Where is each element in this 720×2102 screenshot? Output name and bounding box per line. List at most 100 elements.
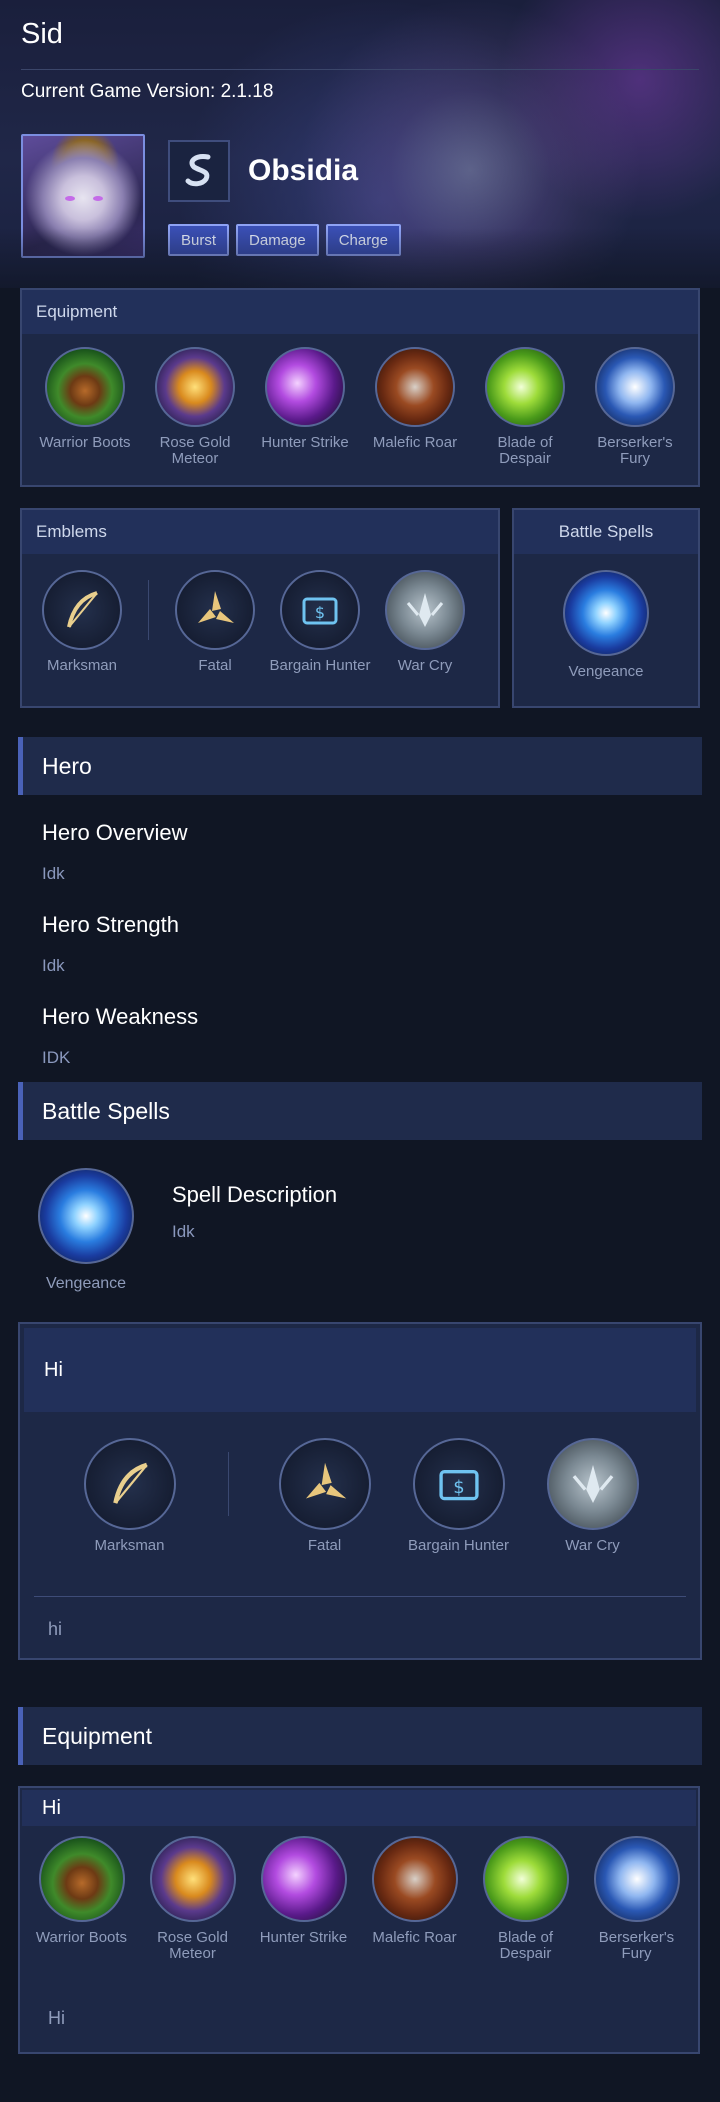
emblems-panel: Emblems Marksman Fatal $ Bargain Hunter … — [20, 508, 500, 708]
equipment-item[interactable]: Malefic Roar — [363, 1836, 467, 1946]
marksman-role-icon — [168, 140, 230, 202]
hero-overview-title: Hero Overview — [42, 820, 188, 845]
equipment-section-header: Equipment — [18, 1707, 702, 1765]
ticket-icon: $ — [438, 1470, 479, 1501]
equipment-item[interactable]: Warrior Boots — [33, 347, 137, 451]
marksman-emblem-icon — [83, 1438, 176, 1530]
emblem-item[interactable]: Marksman — [32, 570, 132, 674]
equipment-item[interactable]: Rose Gold Meteor — [141, 1836, 245, 1962]
vengeance-spell-icon — [563, 570, 649, 656]
ticket-icon: $ — [302, 597, 338, 625]
equipment-panel: Equipment Warrior Boots Rose Gold Meteor… — [20, 288, 700, 487]
equipment-panel-title: Equipment — [22, 290, 698, 334]
item-label: Hunter Strike — [259, 1929, 348, 1946]
divider — [227, 1452, 229, 1516]
spell-description-body: Idk — [172, 1222, 195, 1241]
spell-row: Vengeance — [514, 554, 698, 680]
tag-damage: Damage — [236, 224, 319, 256]
item-label: Blade of Despair — [497, 434, 553, 467]
equipment-item[interactable]: Warrior Boots — [30, 1836, 134, 1946]
talent-label: War Cry — [397, 657, 453, 674]
divider — [148, 580, 149, 640]
hero-overview-body: Idk — [42, 864, 65, 883]
emblem-item[interactable]: Marksman — [70, 1438, 190, 1554]
svg-text:$: $ — [315, 603, 325, 622]
talent-item[interactable]: War Cry — [535, 1438, 651, 1554]
bow-icon — [67, 591, 98, 628]
spell-description-title: Spell Description — [172, 1182, 338, 1207]
equipment-row: Warrior Boots Rose Gold Meteor Hunter St… — [22, 334, 698, 467]
emblem-build-panel: Hi Marksman Fatal $ Bargain Hunter War C… — [18, 1322, 702, 1660]
equipment-item[interactable]: Berserker's Fury — [585, 1836, 689, 1962]
tri-blade-icon — [305, 1462, 346, 1499]
divider — [34, 1596, 686, 1597]
talent-item[interactable]: $ Bargain Hunter — [265, 570, 375, 674]
talent-item[interactable]: Fatal — [267, 1438, 383, 1554]
equipment-item[interactable]: Hunter Strike — [252, 1836, 356, 1946]
hero-tags: Burst Damage Charge — [168, 224, 401, 256]
war-cry-talent-icon — [385, 570, 465, 650]
berserkers-fury-icon — [595, 347, 675, 427]
battle-spells-panel-title: Battle Spells — [514, 510, 698, 554]
talent-label: Fatal — [198, 657, 232, 674]
rose-gold-meteor-icon — [155, 347, 235, 427]
game-version: Current Game Version: 2.1.18 — [21, 81, 274, 102]
talent-label: War Cry — [565, 1537, 620, 1554]
portrait-eye — [93, 196, 103, 201]
equipment-build-panel: Hi Warrior Boots Rose Gold Meteor Hunter… — [18, 1786, 700, 2054]
item-label: Malefic Roar — [372, 434, 458, 451]
hero-section-header: Hero — [18, 737, 702, 795]
blade-of-despair-icon — [482, 1836, 569, 1922]
rose-gold-meteor-icon — [149, 1836, 236, 1922]
item-label: Rose Gold Meteor — [159, 434, 231, 467]
spell-label: Vengeance — [45, 1275, 127, 1292]
emblem-build-note: hi — [48, 1619, 63, 1639]
warrior-boots-icon — [45, 347, 125, 427]
equipment-build-note: Hi — [48, 2008, 65, 2028]
blade-of-despair-icon — [485, 347, 565, 427]
hunter-strike-icon — [260, 1836, 347, 1922]
equipment-item[interactable]: Berserker's Fury — [583, 347, 687, 467]
page-title: Sid — [21, 18, 63, 50]
equipment-item[interactable]: Hunter Strike — [253, 347, 357, 451]
talent-label: Fatal — [307, 1537, 342, 1554]
talent-label: Bargain Hunter — [269, 657, 371, 674]
talent-item[interactable]: $ Bargain Hunter — [401, 1438, 517, 1554]
spell-item[interactable]: Vengeance — [36, 1168, 136, 1292]
tri-blade-icon — [198, 591, 234, 623]
item-label: Berserker's Fury — [598, 1929, 675, 1962]
hero-strength-body: Idk — [42, 956, 65, 975]
fatal-talent-icon — [278, 1438, 371, 1530]
item-label: Warrior Boots — [39, 434, 131, 451]
fatal-talent-icon — [175, 570, 255, 650]
hero-strength-title: Hero Strength — [42, 912, 179, 937]
equipment-item[interactable]: Blade of Despair — [473, 347, 577, 467]
talent-label: Bargain Hunter — [408, 1537, 509, 1554]
emblem-label: Marksman — [94, 1537, 165, 1554]
item-label: Warrior Boots — [35, 1929, 128, 1946]
malefic-roar-icon — [371, 1836, 458, 1922]
equipment-item[interactable]: Malefic Roar — [363, 347, 467, 451]
emblem-build-title: Hi — [24, 1328, 696, 1412]
equipment-item[interactable]: Rose Gold Meteor — [143, 347, 247, 467]
emblems-panel-title: Emblems — [22, 510, 498, 554]
battle-spells-section-header: Battle Spells — [18, 1082, 702, 1140]
role-glyph-icon — [185, 154, 211, 187]
spell-item[interactable]: Vengeance — [554, 570, 658, 680]
berserkers-fury-icon — [593, 1836, 680, 1922]
spell-label: Vengeance — [568, 663, 644, 680]
talent-item[interactable]: War Cry — [375, 570, 475, 674]
tag-charge: Charge — [325, 224, 401, 256]
talent-item[interactable]: Fatal — [165, 570, 265, 674]
bargain-hunter-talent-icon: $ — [412, 1438, 505, 1530]
svg-text:$: $ — [453, 1477, 464, 1498]
equipment-item[interactable]: Blade of Despair — [474, 1836, 578, 1962]
item-label: Blade of Despair — [497, 1929, 554, 1962]
war-cry-glyph-icon — [406, 593, 444, 627]
divider — [21, 69, 699, 70]
item-label: Rose Gold Meteor — [157, 1929, 228, 1962]
emblem-build-row: Marksman Fatal $ Bargain Hunter War Cry — [20, 1412, 700, 1554]
bargain-hunter-talent-icon: $ — [280, 570, 360, 650]
war-cry-glyph-icon — [572, 1464, 613, 1504]
hunter-strike-icon — [265, 347, 345, 427]
